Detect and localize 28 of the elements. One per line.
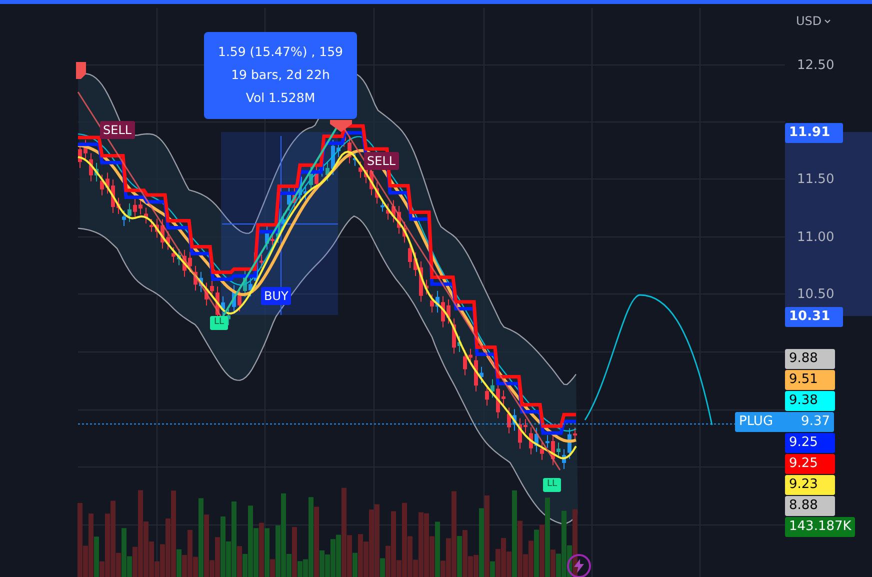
price-label: 9.38: [785, 391, 835, 411]
chevron-icon: [824, 19, 831, 24]
range-price-label: 10.31: [785, 307, 843, 326]
lightning-icon[interactable]: [567, 554, 591, 577]
price-label: 9.23: [785, 475, 835, 495]
sell-signal-label: SELL: [100, 121, 135, 139]
flag-marker-icon: [76, 62, 86, 79]
tooltip-text: 19 bars, 2d 22h: [231, 66, 330, 84]
price-label: 9.88: [785, 349, 835, 369]
symbol-text: PLUG: [739, 413, 774, 432]
low-marker-label: LL: [543, 478, 562, 492]
price-label: 143.187K: [785, 517, 856, 537]
buy-signal-label: BUY: [261, 287, 292, 305]
tooltip-text: Vol 1.528M: [246, 88, 316, 107]
price-label: 9.51: [785, 370, 835, 390]
price-text: 9.37: [801, 413, 830, 432]
currency-selector[interactable]: USD: [796, 12, 831, 30]
price-label: 9.25: [785, 433, 835, 453]
price-tick: 11.00: [797, 229, 834, 247]
sell-signal-label: SELL: [364, 152, 399, 170]
tooltip-text: 1.59 (15.47%) , 159: [218, 43, 343, 62]
price-label: 9.25: [785, 454, 835, 474]
price-tick: 10.50: [797, 286, 834, 304]
low-marker-label: LL: [210, 316, 228, 330]
price-label: 8.88: [785, 496, 835, 516]
price-tick: 12.50: [797, 57, 834, 75]
price-tick: 11.50: [797, 171, 834, 189]
range-price-label: 11.91: [785, 123, 843, 142]
